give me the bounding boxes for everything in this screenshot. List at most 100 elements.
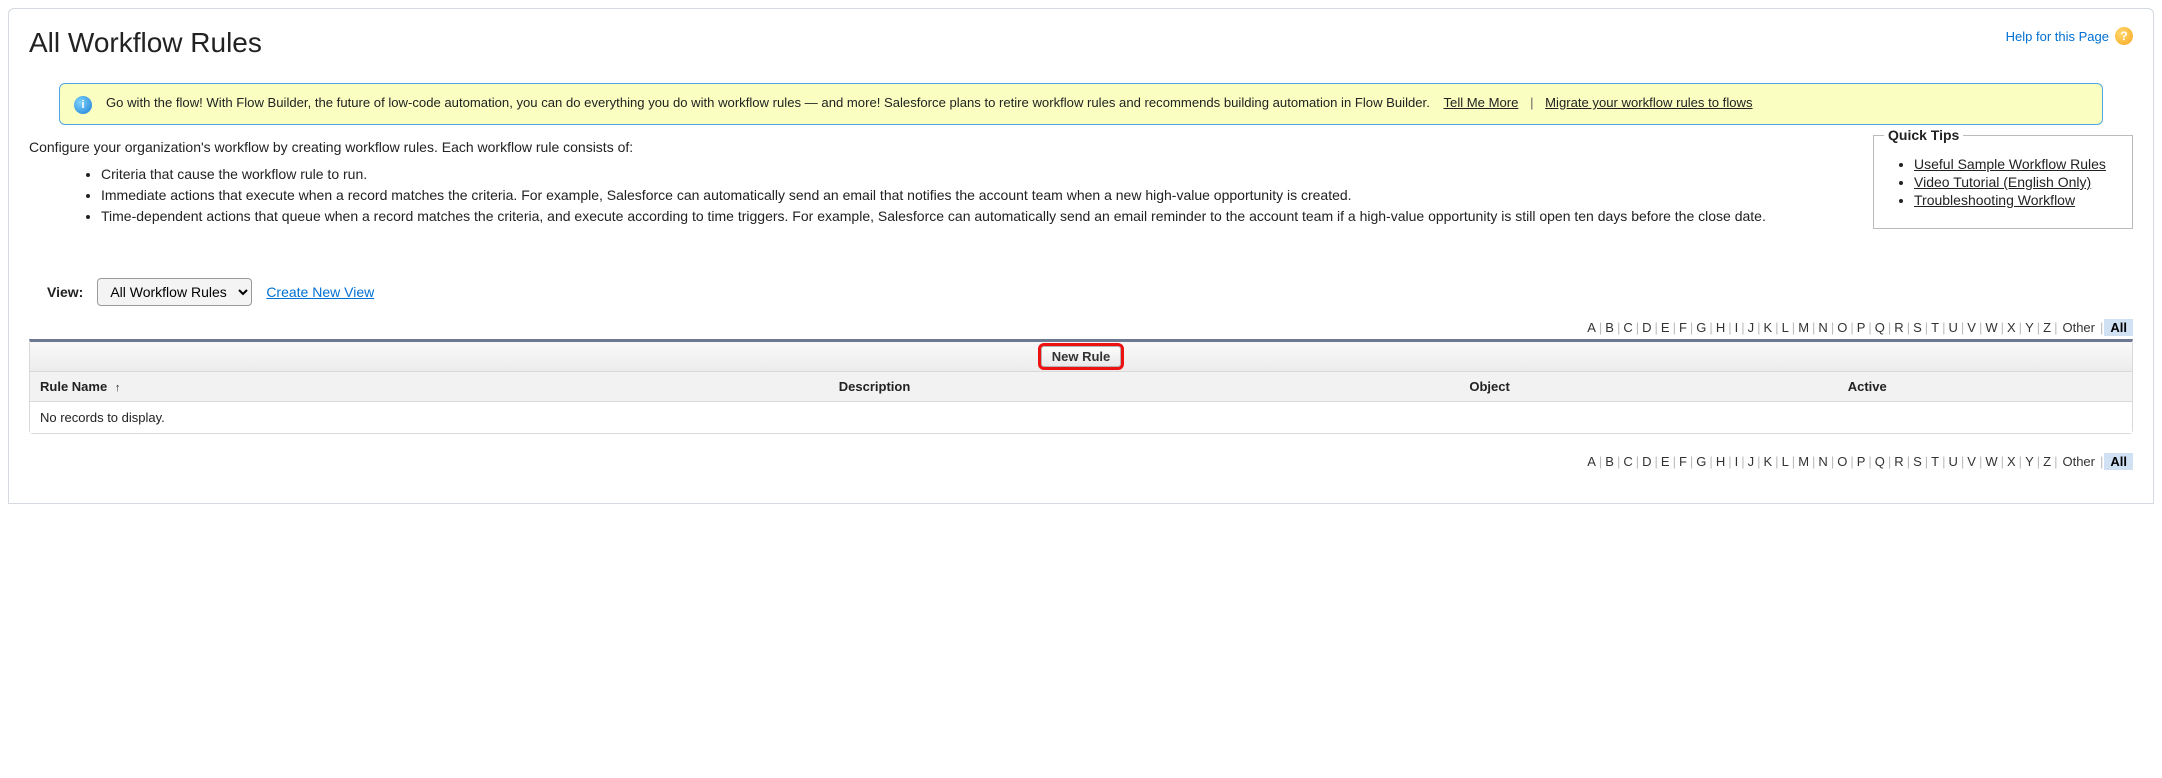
quick-tips-panel: Quick Tips Useful Sample Workflow Rules … [1873,135,2133,229]
view-select[interactable]: All Workflow Rules [97,278,252,306]
alert-text: Go with the flow! With Flow Builder, the… [106,94,1753,112]
alpha-letter-y[interactable]: Y [2023,454,2036,469]
create-new-view-link[interactable]: Create New View [266,284,374,300]
alpha-letter-f[interactable]: F [1677,320,1689,335]
col-object[interactable]: Object [1459,372,1837,402]
col-active[interactable]: Active [1838,372,2132,402]
quick-tip-link-sample-rules[interactable]: Useful Sample Workflow Rules [1914,156,2106,172]
alpha-separator: | [1849,320,1854,335]
alpha-letter-v[interactable]: V [1965,454,1978,469]
alpha-letter-g[interactable]: G [1694,454,1708,469]
alpha-separator: | [1740,320,1745,335]
rules-table-wrap: New Rule Rule Name ↑ Description Object … [29,339,2133,434]
alpha-letter-k[interactable]: K [1762,454,1775,469]
intro-bullet: Immediate actions that execute when a re… [101,186,1853,205]
alpha-letter-q[interactable]: Q [1873,320,1887,335]
alpha-letter-w[interactable]: W [1983,454,1999,469]
alpha-separator: | [1727,454,1732,469]
alpha-letter-o[interactable]: O [1835,320,1849,335]
sort-asc-icon: ↑ [115,382,121,394]
alpha-letter-y[interactable]: Y [2023,320,2036,335]
no-records-text: No records to display. [30,401,2132,433]
alpha-letter-f[interactable]: F [1677,454,1689,469]
intro-lead-text: Configure your organization's workflow b… [29,139,1853,155]
alpha-letter-r[interactable]: R [1892,454,1905,469]
quick-tip-link-troubleshoot[interactable]: Troubleshooting Workflow [1914,192,2075,208]
quick-tip-item: Video Tutorial (English Only) [1914,174,2110,190]
alpha-letter-w[interactable]: W [1983,320,1999,335]
intro-column: Configure your organization's workflow b… [29,139,1853,246]
alpha-separator: | [1708,454,1713,469]
alpha-letter-l[interactable]: L [1780,454,1791,469]
alpha-letter-b[interactable]: B [1603,320,1616,335]
alpha-letter-c[interactable]: C [1621,320,1634,335]
alpha-letter-l[interactable]: L [1780,320,1791,335]
alpha-letter-t[interactable]: T [1929,320,1941,335]
alpha-letter-h[interactable]: H [1714,454,1727,469]
alpha-letter-u[interactable]: U [1946,454,1959,469]
help-icon[interactable]: ? [2115,27,2133,45]
alpha-letter-h[interactable]: H [1714,320,1727,335]
alpha-filter-top: A|B|C|D|E|F|G|H|I|J|K|L|M|N|O|P|Q|R|S|T|… [29,320,2133,335]
quick-tip-link-video[interactable]: Video Tutorial (English Only) [1914,174,2091,190]
alpha-letter-a[interactable]: A [1585,320,1598,335]
alpha-other[interactable]: Other [2058,320,2099,335]
alpha-letter-e[interactable]: E [1659,320,1672,335]
tell-me-more-link[interactable]: Tell Me More [1443,95,1518,110]
page-title: All Workflow Rules [29,27,262,59]
alpha-letter-t[interactable]: T [1929,454,1941,469]
table-row-empty: No records to display. [30,401,2132,433]
alpha-letter-o[interactable]: O [1835,454,1849,469]
alpha-separator: | [1756,454,1761,469]
alpha-separator: | [1849,454,1854,469]
alpha-letter-n[interactable]: N [1816,454,1829,469]
main-columns: Configure your organization's workflow b… [29,139,2133,246]
alpha-letter-r[interactable]: R [1892,320,1905,335]
alpha-separator: | [1740,454,1745,469]
alpha-letter-p[interactable]: P [1855,454,1868,469]
alpha-letter-d[interactable]: D [1640,454,1653,469]
alpha-letter-s[interactable]: S [1911,320,1924,335]
intro-bullet: Time-dependent actions that queue when a… [101,207,1853,226]
alpha-letter-b[interactable]: B [1603,454,1616,469]
alpha-separator: | [1727,320,1732,335]
alpha-letter-c[interactable]: C [1621,454,1634,469]
alpha-all[interactable]: All [2104,453,2133,470]
alpha-letter-j[interactable]: J [1746,454,1757,469]
new-rule-button[interactable]: New Rule [1041,346,1122,367]
alpha-letter-z[interactable]: Z [2041,320,2053,335]
alpha-letter-x[interactable]: X [2005,454,2018,469]
alpha-letter-e[interactable]: E [1659,454,1672,469]
alpha-letter-d[interactable]: D [1640,320,1653,335]
alpha-letter-m[interactable]: M [1796,454,1811,469]
alpha-letter-n[interactable]: N [1816,320,1829,335]
flow-builder-alert: i Go with the flow! With Flow Builder, t… [59,83,2103,125]
alpha-letter-k[interactable]: K [1762,320,1775,335]
alpha-separator: | [1867,454,1872,469]
alpha-letter-s[interactable]: S [1911,454,1924,469]
alpha-letter-z[interactable]: Z [2041,454,2053,469]
alpha-letter-m[interactable]: M [1796,320,1811,335]
alpha-letter-x[interactable]: X [2005,320,2018,335]
alpha-letter-u[interactable]: U [1946,320,1959,335]
alpha-letter-v[interactable]: V [1965,320,1978,335]
col-rule-name[interactable]: Rule Name ↑ [30,372,829,402]
alpha-all[interactable]: All [2104,319,2133,336]
quick-tips-list: Useful Sample Workflow Rules Video Tutor… [1896,156,2110,208]
alpha-other[interactable]: Other [2058,454,2099,469]
alpha-letter-g[interactable]: G [1694,320,1708,335]
quick-tip-item: Troubleshooting Workflow [1914,192,2110,208]
help-for-page-link[interactable]: Help for this Page [2006,29,2109,44]
quick-tip-item: Useful Sample Workflow Rules [1914,156,2110,172]
migrate-link[interactable]: Migrate your workflow rules to flows [1545,95,1752,110]
help-link-wrap: Help for this Page ? [2006,27,2133,45]
alpha-letter-p[interactable]: P [1855,320,1868,335]
col-description[interactable]: Description [829,372,1460,402]
alpha-letter-q[interactable]: Q [1873,454,1887,469]
info-icon: i [74,96,92,114]
alpha-filter-bottom: A|B|C|D|E|F|G|H|I|J|K|L|M|N|O|P|Q|R|S|T|… [29,454,2133,469]
alpha-separator: | [1756,320,1761,335]
alpha-letter-a[interactable]: A [1585,454,1598,469]
alpha-letter-j[interactable]: J [1746,320,1757,335]
alpha-separator: | [1867,320,1872,335]
